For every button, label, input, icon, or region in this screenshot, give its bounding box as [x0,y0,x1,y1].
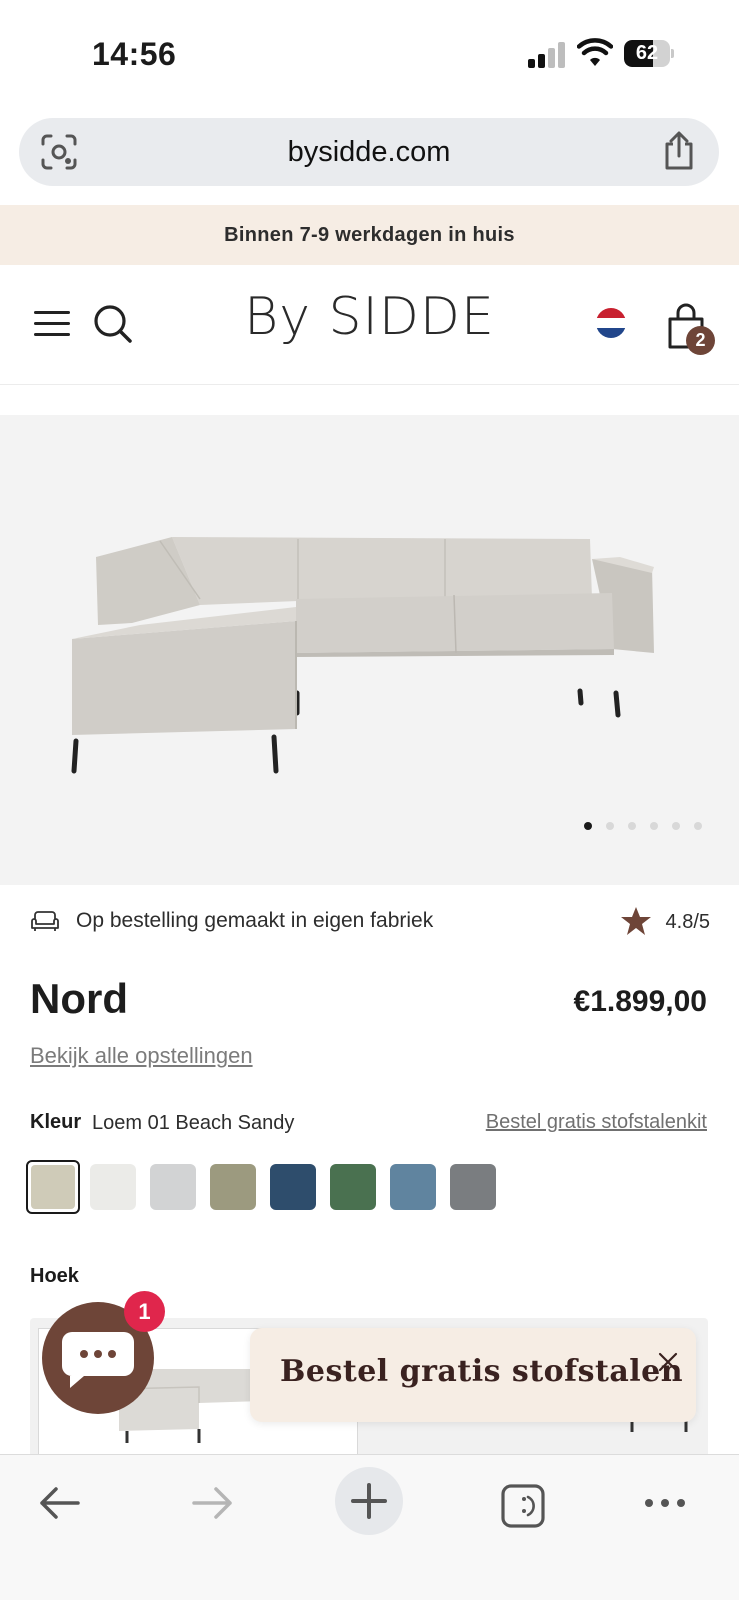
color-label: Kleur [30,1111,82,1133]
battery-icon: 62 [624,40,674,67]
address-bar[interactable]: bysidde.com [19,118,719,186]
promo-banner: Binnen 7-9 werkdagen in huis [0,205,739,265]
sample-kit-link[interactable]: Bestel gratis stofstalenkit [486,1111,707,1134]
chat-toast-text: Bestel gratis stofstalen [280,1354,684,1389]
new-tab-button[interactable] [335,1467,403,1535]
color-swatch[interactable] [270,1164,316,1210]
product-image-carousel[interactable] [0,415,739,885]
browser-toolbar [0,1454,739,1600]
plus-icon [351,1483,387,1519]
chat-notification-badge: 1 [124,1291,165,1332]
dutch-flag-icon[interactable] [596,308,626,338]
site-logo[interactable]: By SIDDE [0,287,739,347]
color-swatch[interactable] [390,1164,436,1210]
share-icon[interactable] [659,130,699,172]
carousel-dot[interactable] [694,822,702,830]
carousel-dot[interactable] [650,822,658,830]
star-icon [621,907,651,935]
color-swatch[interactable] [450,1164,496,1210]
url-text[interactable]: bysidde.com [19,118,719,186]
product-price: €1.899,00 [573,985,707,1018]
close-icon[interactable] [656,1350,680,1374]
cart-count-badge: 2 [686,326,715,355]
all-configurations-link[interactable]: Bekijk alle opstellingen [30,1043,253,1069]
color-swatch[interactable] [150,1164,196,1210]
carousel-dot[interactable] [606,822,614,830]
color-swatch[interactable] [26,1160,80,1214]
more-icon[interactable] [642,1483,688,1523]
battery-level: 62 [635,42,659,64]
wifi-icon [577,38,613,66]
status-bar: 14:56 62 [0,0,739,108]
product-title: Nord [30,975,128,1022]
back-arrow-icon[interactable] [36,1483,82,1523]
cellular-signal-icon [528,42,566,68]
color-swatch[interactable] [330,1164,376,1210]
chat-toast[interactable]: Bestel gratis stofstalen [250,1328,696,1422]
color-swatch[interactable] [210,1164,256,1210]
sofa-icon [31,911,59,931]
corner-label: Hoek [30,1265,79,1287]
forward-arrow-icon[interactable] [190,1483,236,1523]
color-value: Loem 01 Beach Sandy [92,1112,295,1134]
tabs-icon[interactable] [500,1483,546,1529]
carousel-dot[interactable] [584,822,592,830]
site-header: By SIDDE [0,265,739,385]
rating-value[interactable]: 4.8/5 [666,911,710,934]
color-swatch[interactable] [90,1164,136,1210]
carousel-dot[interactable] [672,822,680,830]
product-image [71,537,654,774]
made-to-order-text: Op bestelling gemaakt in eigen fabriek [76,909,434,932]
carousel-dot[interactable] [628,822,636,830]
status-time: 14:56 [92,36,177,72]
info-row: Op bestelling gemaakt in eigen fabriek 4… [30,905,710,939]
